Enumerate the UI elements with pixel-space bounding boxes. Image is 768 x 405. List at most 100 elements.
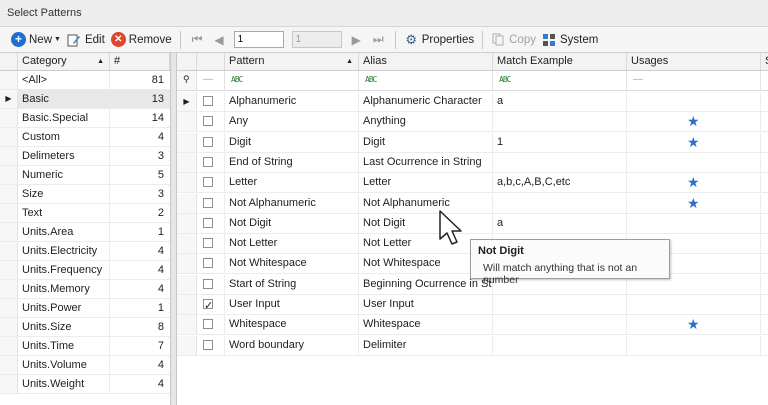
category-name: Basic.Special [18,109,110,127]
row-indicator-header [0,53,18,70]
edit-button[interactable]: Edit [64,29,108,51]
category-row[interactable]: Numeric 5 [0,166,170,185]
row-checkbox[interactable] [203,238,213,249]
category-row[interactable]: Units.Power 1 [0,299,170,318]
row-checkbox[interactable] [203,319,213,330]
category-row[interactable]: Units.Size 8 [0,318,170,337]
select-cell [197,213,225,233]
pattern-row[interactable]: Letter Letter a,b,c,A,B,C,etc ★ [177,173,768,194]
edit-label: Edit [84,33,105,46]
category-row[interactable]: Units.Volume 4 [0,356,170,375]
row-checkbox[interactable] [203,197,213,208]
category-row[interactable]: Size 3 [0,185,170,204]
row-checkbox[interactable] [203,116,213,127]
pattern-row[interactable]: Digit Digit 1 ★ [177,132,768,153]
category-row[interactable]: Units.Memory 4 [0,280,170,299]
pattern-row[interactable]: Not Digit Not Digit a [177,213,768,234]
category-name: Units.Size [18,318,110,336]
category-row[interactable]: Units.Frequency 4 [0,261,170,280]
page-number-input[interactable] [233,31,284,48]
usages-cell: ★ [627,112,761,132]
row-checkbox[interactable] [203,177,213,188]
category-count: 1 [157,226,164,238]
row-checkbox[interactable] [203,278,213,289]
usages-cell [627,92,761,111]
pattern-cell: Not Whitespace [225,254,359,274]
column-header-pattern[interactable]: Pattern ▲ [225,53,359,70]
filter-cell-match-example[interactable]: ABC [493,71,627,90]
category-row[interactable]: Text 2 [0,204,170,223]
usages-cell: ★ [627,193,761,213]
category-row[interactable]: Basic.Special 14 [0,109,170,128]
row-indicator [177,274,197,294]
pattern-row[interactable]: Word boundary Delimiter [177,335,768,356]
category-row[interactable]: Delimeters 3 [0,147,170,166]
category-row[interactable]: ▶ Basic 13 [0,90,170,109]
row-indicator [177,213,197,233]
category-row[interactable]: Units.Area 1 [0,223,170,242]
category-row[interactable]: Units.Weight 4 [0,375,170,394]
select-cell [197,315,225,335]
column-header-select[interactable] [197,53,225,70]
pattern-row[interactable]: Whitespace Whitespace ★ [177,315,768,336]
pattern-row[interactable]: Not Alphanumeric Not Alphanumeric ★ [177,193,768,214]
properties-button[interactable]: ⚙ Properties [401,29,477,51]
category-row[interactable]: <All> 81 [0,71,170,90]
row-checkbox[interactable] [203,136,213,147]
pattern-row[interactable]: User InputUser Input [177,295,768,315]
remove-button[interactable]: ✕ Remove [108,29,175,51]
row-indicator [177,132,197,152]
last-page-icon[interactable]: ⏭ [367,32,390,47]
filter-cell-pattern[interactable]: ABC [225,71,359,90]
prev-page-icon[interactable]: ◀ [208,33,229,47]
filter-cell-select[interactable]: — [197,71,225,90]
column-header-s[interactable]: S [761,53,768,70]
filter-cell-alias[interactable]: ABC [359,71,493,90]
properties-label: Properties [421,33,475,46]
copy-label: Copy [509,33,536,46]
row-indicator [0,204,18,222]
row-checkbox[interactable] [203,96,213,106]
category-row[interactable]: Units.Electricity 4 [0,242,170,261]
row-checkbox[interactable] [203,339,213,350]
category-count: 7 [157,340,164,352]
category-count: 4 [157,264,164,276]
next-page-icon[interactable]: ▶ [346,33,367,47]
edit-icon [67,32,82,47]
column-header-count[interactable]: # [110,53,170,70]
row-checkbox[interactable] [203,156,213,167]
category-row[interactable]: Custom 4 [0,128,170,147]
pattern-row[interactable]: ▶ Alphanumeric Alphanumeric Character a [177,92,768,112]
filter-row-indicator: ⚲ [177,71,197,90]
toolbar-separator [394,30,396,49]
dropdown-arrow-icon: ▼ [54,36,61,43]
column-header-usages[interactable]: Usages [627,53,761,70]
column-header-alias[interactable]: Alias [359,53,493,70]
category-grid: Category ▲ # <All> 81 ▶ Basic 13 Basic.Specia… [0,53,171,405]
row-checkbox[interactable] [203,297,213,314]
pattern-row[interactable]: Any Anything ★ [177,112,768,133]
row-indicator: ▶ [0,90,18,108]
category-count: 4 [157,378,164,390]
column-header-category[interactable]: Category ▲ [18,53,110,70]
row-checkbox[interactable] [203,217,213,228]
system-button[interactable]: System [539,29,601,51]
alias-cell: User Input [359,295,493,314]
row-indicator [177,295,197,314]
category-row[interactable]: Units.Time 7 [0,337,170,356]
pattern-row[interactable]: End of String Last Ocurrence in String [177,152,768,173]
select-cell [197,234,225,254]
column-header-match-example[interactable]: Match Example [493,53,627,70]
row-indicator [0,337,18,355]
new-button[interactable]: + New ▼ [8,29,64,51]
filter-cell-usages[interactable]: — [627,71,761,90]
row-checkbox[interactable] [203,258,213,269]
s-cell [761,153,768,172]
s-cell [761,234,768,253]
first-page-icon[interactable]: ⏮ [186,32,209,47]
s-cell [761,214,768,233]
category-name: Units.Memory [18,280,110,298]
pattern-cell: End of String [225,152,359,172]
category-name: Numeric [18,166,110,184]
copy-button[interactable]: Copy [488,29,539,51]
